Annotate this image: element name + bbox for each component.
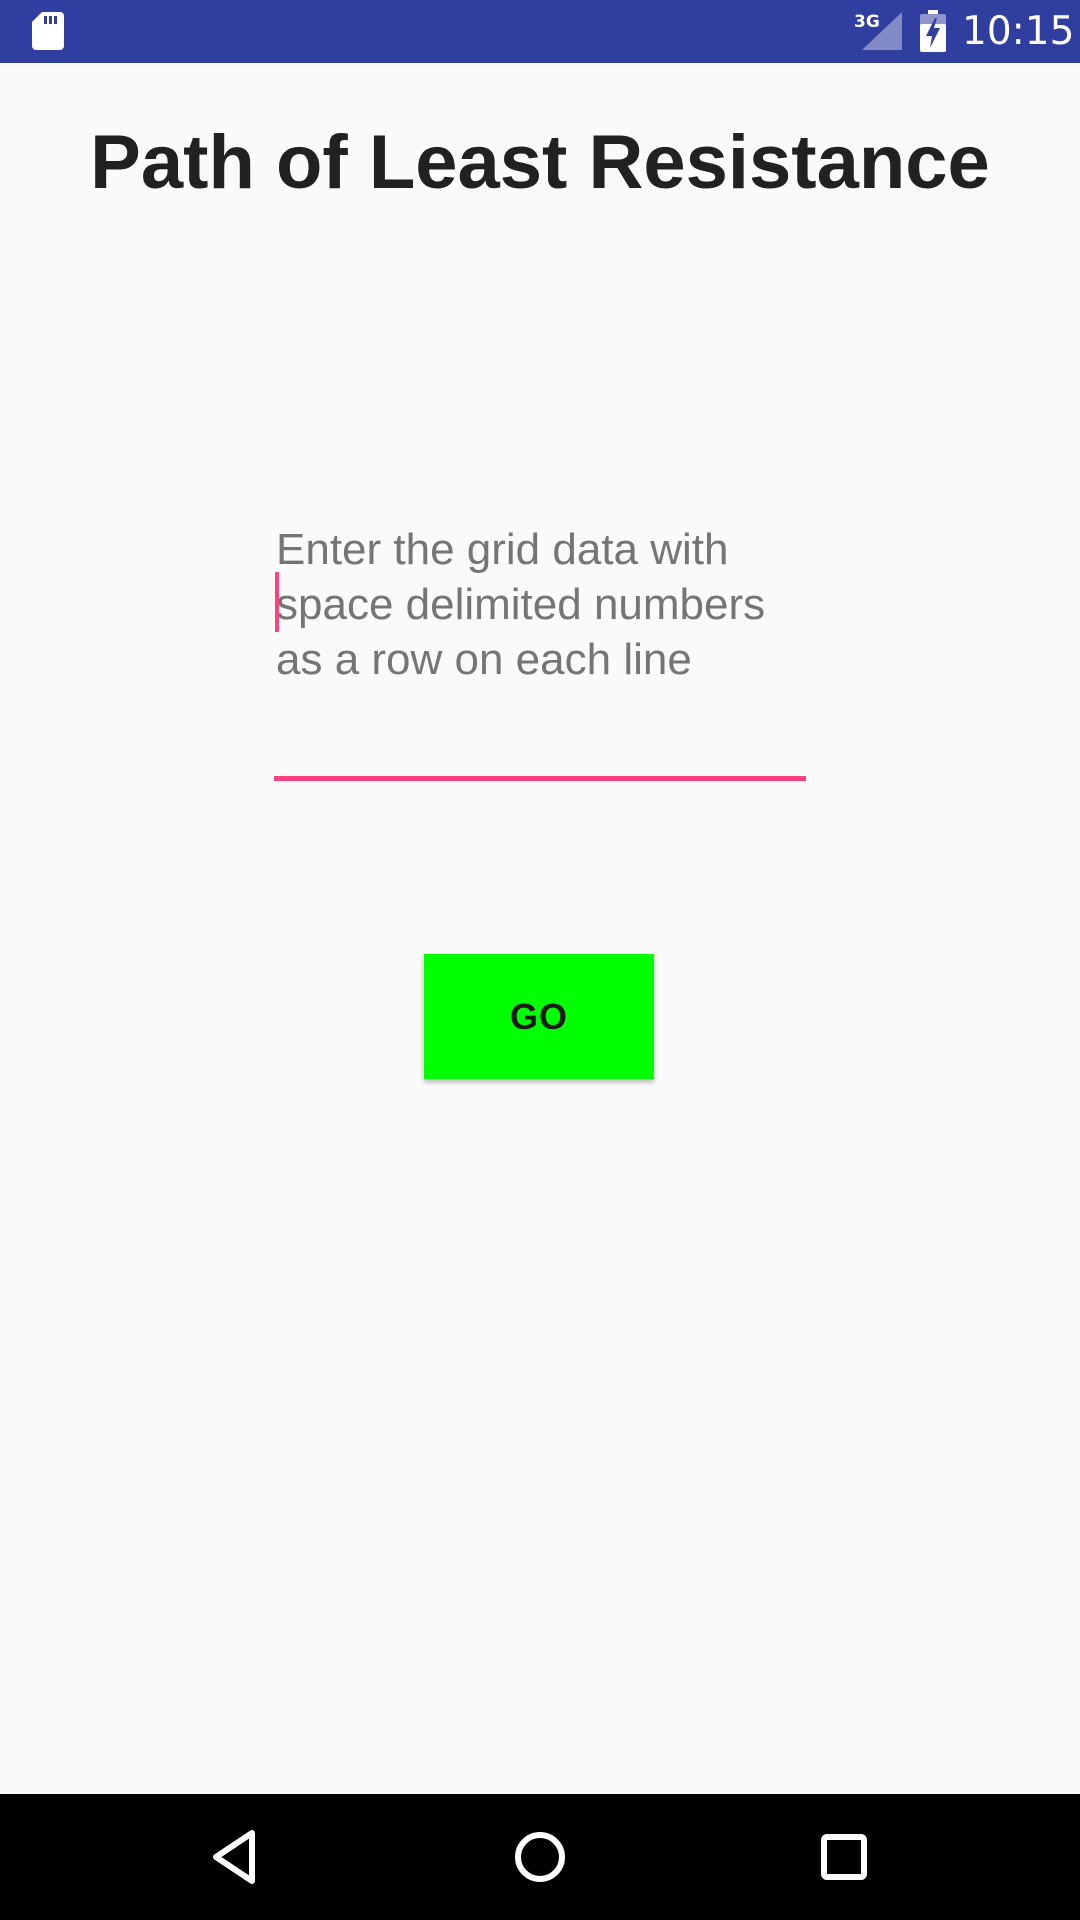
grid-input-container: [274, 522, 806, 784]
battery-charging-icon: [920, 10, 946, 52]
recents-icon[interactable]: [808, 1821, 880, 1893]
status-bar: 3G 10:15: [0, 0, 1080, 63]
home-icon[interactable]: [504, 1821, 576, 1893]
sd-card-icon: [32, 12, 64, 50]
navigation-bar: [0, 1794, 1080, 1920]
back-icon[interactable]: [200, 1821, 272, 1893]
page-title: Path of Least Resistance: [90, 120, 990, 205]
input-underline: [274, 776, 806, 781]
signal-icon: [862, 12, 902, 50]
text-cursor: [275, 572, 279, 632]
status-clock: 10:15: [962, 9, 1075, 54]
grid-data-input[interactable]: [274, 522, 806, 772]
go-button[interactable]: GO: [424, 954, 654, 1079]
